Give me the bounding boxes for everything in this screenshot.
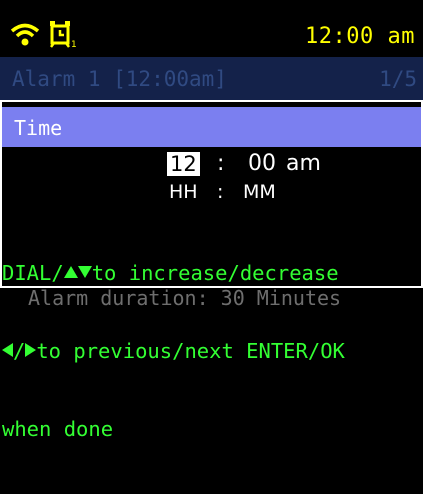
dialog-title: Time bbox=[14, 116, 63, 140]
alarm-header: Alarm 1 [12:00am] 1/5 bbox=[0, 57, 423, 100]
time-editor: 12 : 00 am bbox=[2, 152, 421, 180]
alarm-header-page: 1/5 bbox=[379, 67, 417, 91]
time-colon: : bbox=[217, 151, 225, 176]
alarm-header-title: Alarm 1 [12:00am] bbox=[12, 67, 227, 91]
help-line-2: / to previous/next ENTER/OK bbox=[2, 338, 421, 364]
right-arrow-icon bbox=[25, 343, 37, 357]
clock-time: 12:00 am bbox=[305, 24, 415, 49]
dialog-title-bar: Time bbox=[2, 107, 421, 147]
help-line-1-suffix: to increase/decrease bbox=[91, 261, 339, 285]
alarm-duration-row[interactable]: Alarm duration: 30 Minutes bbox=[0, 288, 423, 318]
status-bar: 1 12:00 am bbox=[0, 0, 423, 55]
minute-field[interactable]: 00 bbox=[248, 152, 276, 176]
ampm-field[interactable]: am bbox=[286, 152, 321, 176]
help-line-3: when done bbox=[2, 417, 114, 441]
time-dialog: Time 12 : 00 am HH : MM DIAL/to increase… bbox=[0, 100, 423, 441]
format-minute: MM bbox=[243, 181, 276, 203]
help-text: DIAL/to increase/decrease / to previous/n… bbox=[2, 208, 421, 494]
format-hour: HH bbox=[169, 181, 198, 203]
alarm-clock-icon: 1 bbox=[50, 21, 77, 48]
help-line-1: DIAL/to increase/decrease bbox=[2, 260, 421, 286]
help-line-2-suffix: to previous/next ENTER/OK bbox=[36, 339, 345, 363]
help-line-1-prefix: DIAL/ bbox=[2, 261, 64, 285]
wifi-icon bbox=[10, 23, 40, 46]
hour-field[interactable]: 12 bbox=[167, 152, 200, 176]
format-colon: : bbox=[217, 181, 224, 203]
up-arrow-icon bbox=[63, 266, 78, 278]
down-arrow-icon bbox=[77, 266, 92, 278]
time-format-hint: HH : MM bbox=[2, 180, 421, 206]
alarm-duration-label: Alarm duration: 30 Minutes bbox=[28, 286, 342, 310]
alarm-number: 1 bbox=[71, 40, 77, 48]
left-arrow-icon bbox=[2, 343, 13, 357]
help-line-2-slash: / bbox=[13, 339, 26, 363]
